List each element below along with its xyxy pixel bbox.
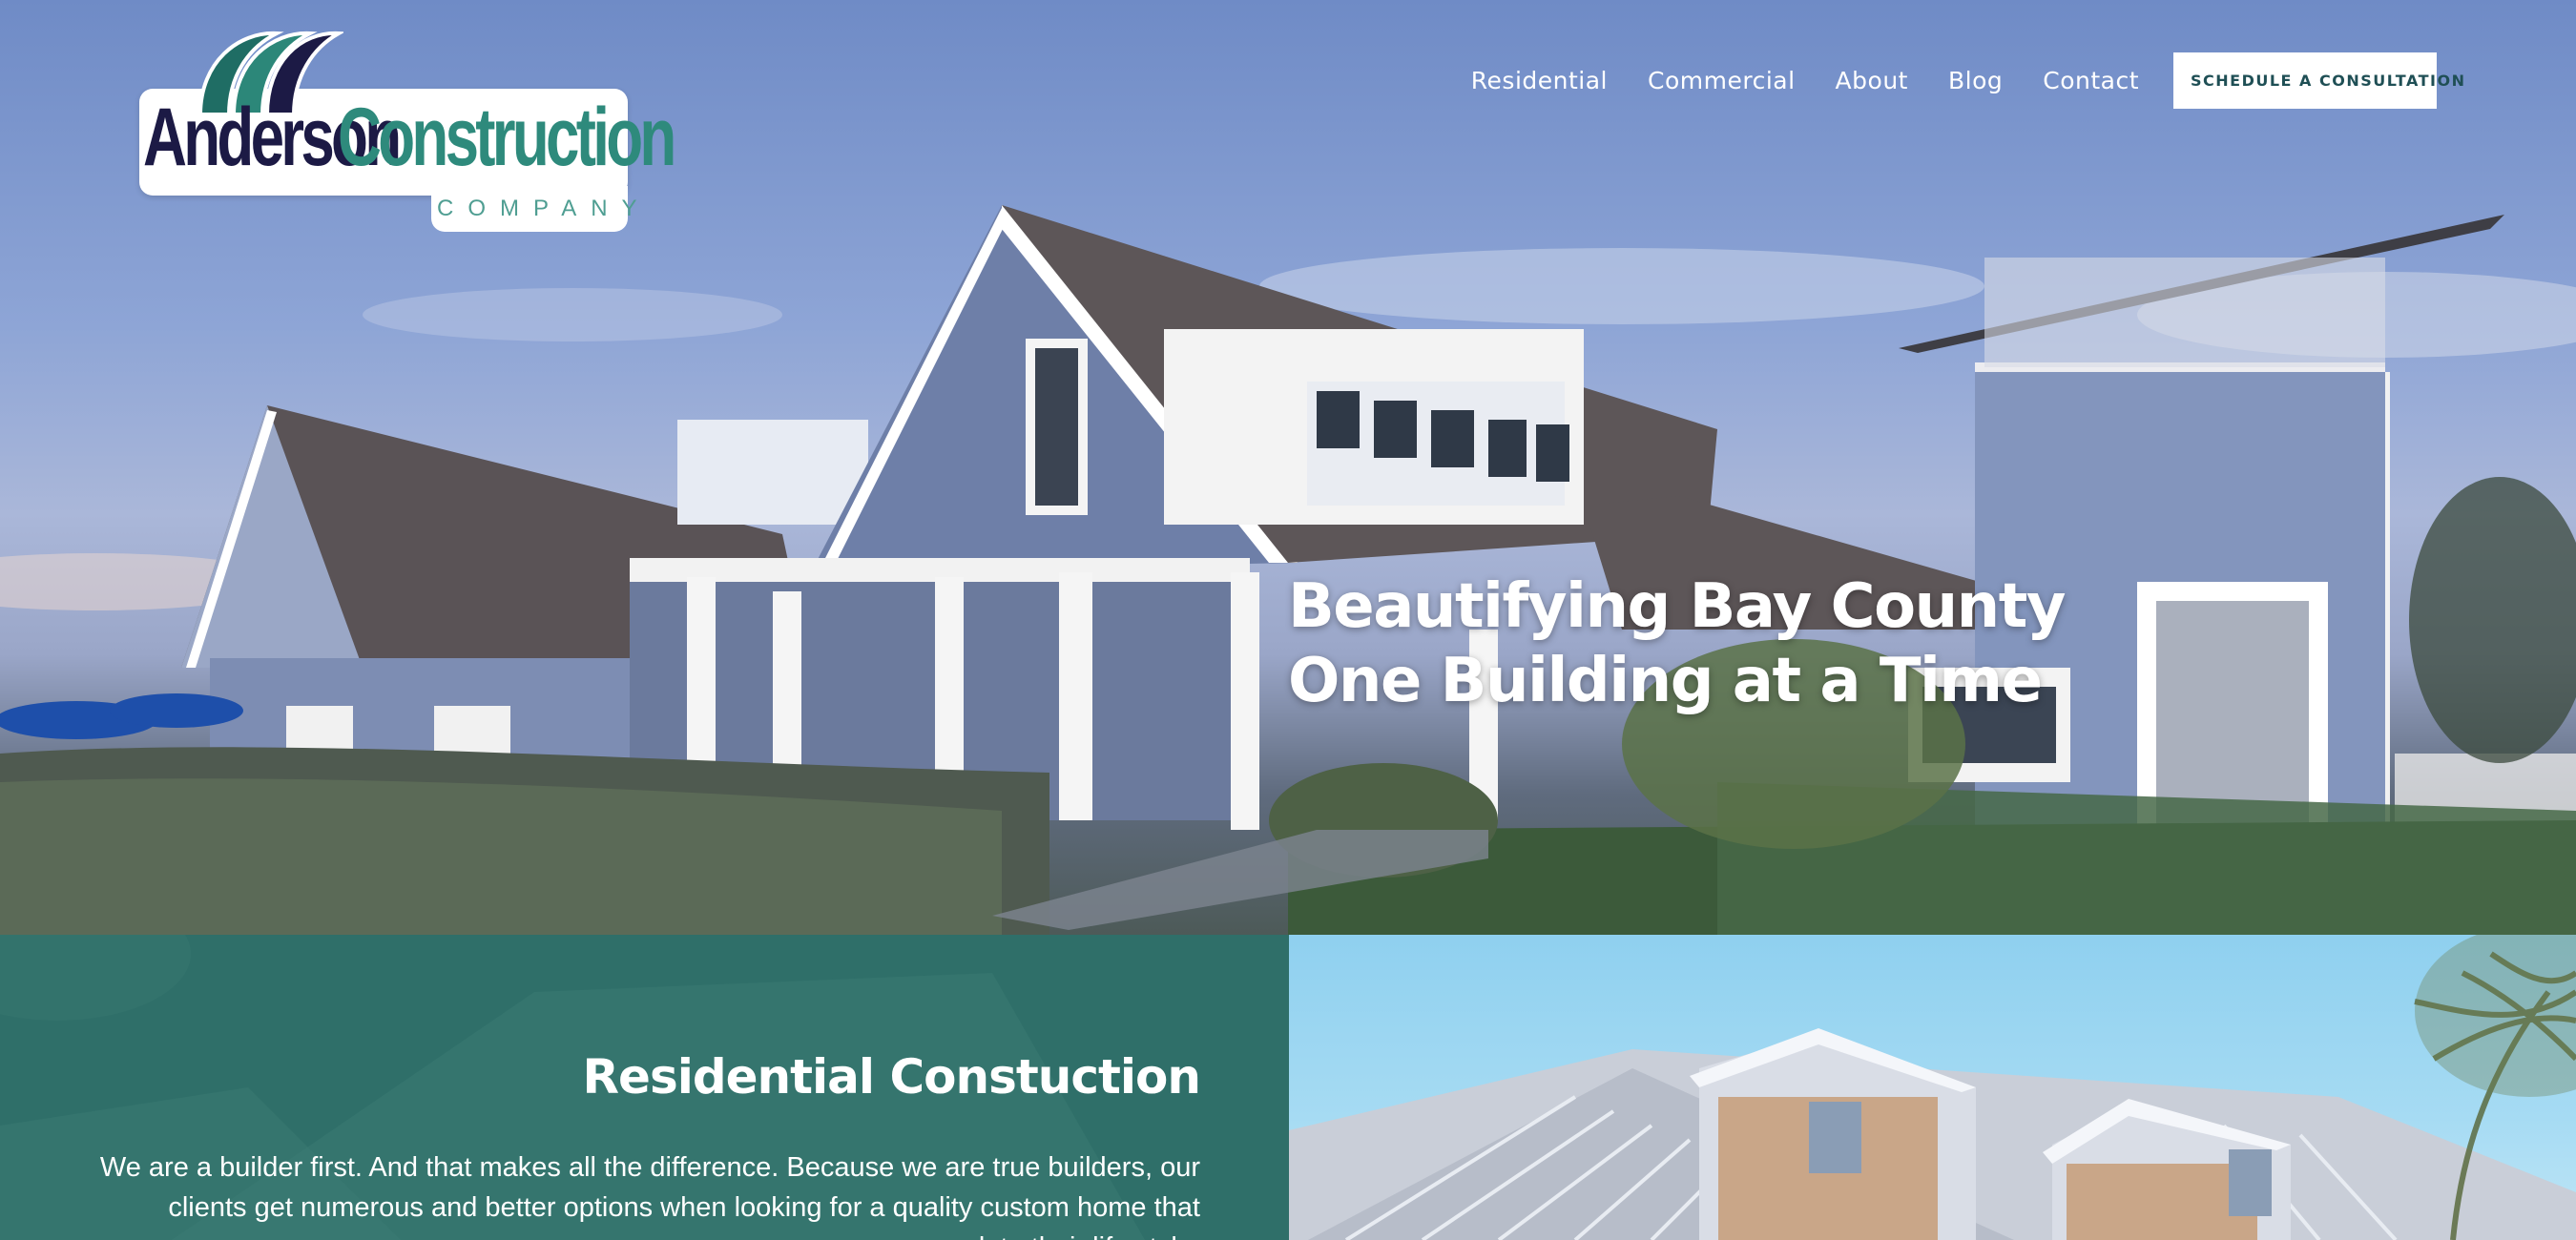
- logo-word-construction: Construction: [338, 92, 676, 183]
- residential-description: We are a builder first. And that makes a…: [99, 1152, 1200, 1240]
- roof-illustration: [1289, 935, 2576, 1240]
- main-navigation: Residential Commercial About Blog Contac…: [1431, 52, 2464, 109]
- nav-residential[interactable]: Residential: [1471, 67, 1608, 94]
- hero-headline-line-1: Beautifying Bay County: [1288, 571, 2067, 642]
- hero-headline: Beautifying Bay County One Building at a…: [1288, 569, 2067, 718]
- hero-banner: Anderson Construction COMPANY Residentia…: [0, 0, 2576, 935]
- nav-blog[interactable]: Blog: [1948, 67, 2003, 94]
- nav-about[interactable]: About: [1836, 67, 1908, 94]
- company-logo[interactable]: Anderson Construction COMPANY: [134, 24, 676, 232]
- residential-roof-image: [1289, 935, 2576, 1240]
- nav-contact[interactable]: Contact: [2043, 67, 2139, 94]
- nav-commercial[interactable]: Commercial: [1648, 67, 1796, 94]
- logo-word-company: COMPANY: [437, 196, 652, 221]
- schedule-consultation-button[interactable]: SCHEDULE A CONSULTATION: [2173, 52, 2464, 109]
- residential-title: Residential Constuction: [582, 1049, 1201, 1105]
- residential-section: Residential Constuction We are a builder…: [0, 935, 1289, 1240]
- hero-headline-line-2: One Building at a Time: [1288, 646, 2043, 716]
